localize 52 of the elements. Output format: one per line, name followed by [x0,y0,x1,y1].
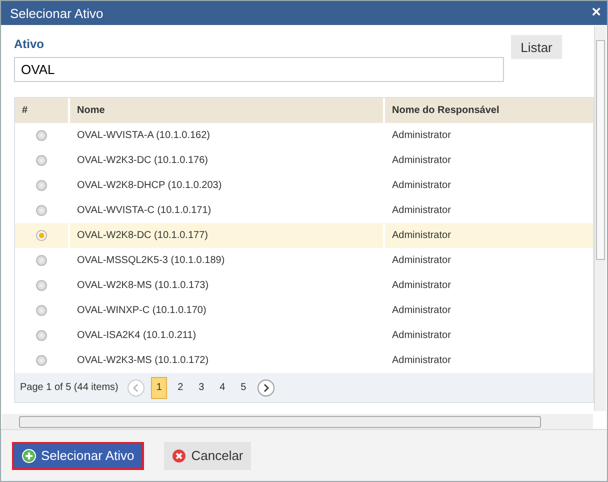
table-cell: Administrator [392,205,451,216]
table-cell: OVAL-W2K8-MS (10.1.0.173) [77,280,209,291]
table-cell: OVAL-MSSQL2K5-3 (10.1.0.189) [77,255,225,266]
radio-button[interactable] [36,330,47,341]
field-label: Ativo [14,37,45,51]
close-icon [172,448,186,462]
horizontal-scrollbar[interactable] [2,414,593,429]
table-cell: Administrator [392,355,451,366]
table-cell: Administrator [392,330,451,341]
table-cell: OVAL-W2K3-MS (10.1.0.172) [77,355,209,366]
page-button[interactable]: 5 [236,376,251,398]
page-button[interactable]: 4 [214,376,230,398]
table-cell: Administrator [392,280,451,291]
radio-button[interactable] [36,230,47,241]
table-cell: OVAL-ISA2K4 (10.1.0.211) [77,330,196,341]
table-cell: OVAL-WINXP-C (10.1.0.170) [77,305,206,316]
radio-button[interactable] [36,205,47,216]
table-cell: OVAL-WVISTA-C (10.1.0.171) [77,205,212,216]
page-button[interactable]: 1 [151,376,167,398]
table-cell: Administrator [392,230,451,241]
cancel-button[interactable]: Cancelar [164,442,252,470]
page-button[interactable]: 2 [172,376,188,398]
table-cell: Administrator [392,155,451,166]
input-field[interactable]: OVAL [14,57,504,82]
radio-button[interactable] [36,305,47,316]
radio-button[interactable] [36,355,47,366]
next-page-icon[interactable] [256,378,275,396]
radio-button[interactable] [36,130,47,141]
list-button[interactable]: Listar [511,35,562,59]
page-info: Page 1 of 5 (44 items) [20,382,118,393]
table-cell: Administrator [392,305,451,316]
table-cell: OVAL-WVISTA-A (10.1.0.162) [77,130,210,141]
plus-icon [22,448,36,462]
table-cell: OVAL-W2K8-DC (10.1.0.177) [77,230,208,241]
table-row[interactable]: OVAL-W2K8-DC (10.1.0.177) Administrator [15,223,593,248]
radio-button[interactable] [36,280,47,291]
radio-button[interactable] [36,255,47,266]
close-button[interactable]: × [592,5,601,21]
page-button[interactable]: 3 [194,376,209,398]
table-cell: Administrator [392,180,451,191]
table-cell: OVAL-W2K8-DHCP (10.1.0.203) [77,180,222,191]
radio-button[interactable] [36,155,47,166]
previous-page-icon[interactable] [127,378,146,396]
table-cell: Administrator [392,130,451,141]
column-header: Nome [68,98,383,123]
vertical-scrollbar[interactable] [594,26,606,411]
select-button[interactable]: Selecionar Ativo [12,442,144,470]
column-header: # [21,104,29,118]
window-title: Selecionar Ativo [10,6,104,20]
table-cell: OVAL-W2K3-DC (10.1.0.176) [77,155,208,166]
table-cell: Administrator [392,255,451,266]
radio-button[interactable] [36,180,47,191]
